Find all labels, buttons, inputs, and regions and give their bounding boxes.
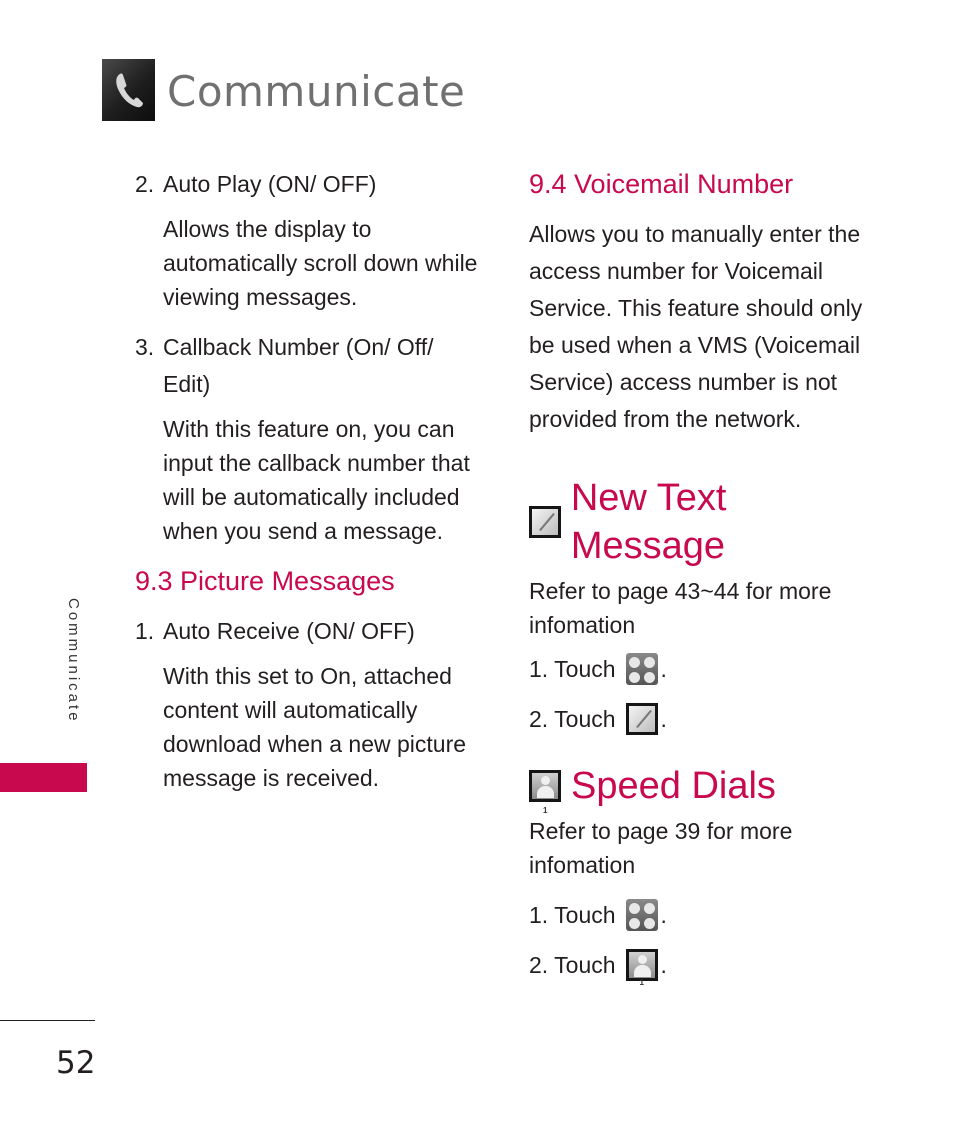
item-number: 1. <box>135 618 155 644</box>
subsection-heading-voicemail: 9.4 Voicemail Number <box>529 169 794 199</box>
setting-item-title: 3. Callback Number (On/ Off/ Edit) <box>135 329 480 403</box>
setting-item-description: With this feature on, you can input the … <box>163 416 470 544</box>
menu-grid-icon <box>625 653 658 685</box>
step-label: 2. Touch <box>529 952 616 978</box>
side-tab-marker <box>0 763 87 792</box>
step-suffix: . <box>660 656 667 682</box>
instruction-step: 2. Touch 1 . <box>529 946 889 987</box>
step-suffix: . <box>660 952 667 978</box>
step-label: 2. Touch <box>529 706 616 732</box>
setting-item-title: 1. Auto Receive (ON/ OFF) <box>135 613 480 650</box>
item-title: Auto Receive (ON/ OFF) <box>163 618 415 644</box>
right-column: 9.4 Voicemail Number Allows you to manua… <box>529 166 889 996</box>
item-number: 3. <box>135 334 155 360</box>
instruction-step: 2. Touch . <box>529 700 889 738</box>
step-label: 1. Touch <box>529 656 616 682</box>
item-title: Callback Number (On/ Off/ Edit) <box>163 334 434 397</box>
instruction-step: 1. Touch . <box>529 650 889 688</box>
step-suffix: . <box>660 902 667 928</box>
footer-divider <box>0 1020 95 1021</box>
speed-dial-contact-icon: 1 <box>625 949 658 987</box>
new-message-icon <box>625 703 658 735</box>
section-title: Speed Dials <box>571 765 776 807</box>
section-description: Refer to page 43~44 for more infomation <box>529 578 832 638</box>
subsection-heading-picture-messages: 9.3 Picture Messages <box>135 566 395 596</box>
section-heading-speed-dials: 1 Speed Dials <box>529 762 889 815</box>
page-number: 52 <box>56 1045 96 1081</box>
setting-item: 2. Auto Play (ON/ OFF) Allows the displa… <box>135 166 480 314</box>
new-message-icon <box>529 506 561 538</box>
step-label: 1. Touch <box>529 902 616 928</box>
setting-item: 3. Callback Number (On/ Off/ Edit) With … <box>135 329 480 548</box>
setting-item-description: With this set to On, attached content wi… <box>163 663 467 791</box>
setting-item: 1. Auto Receive (ON/ OFF) With this set … <box>135 613 480 795</box>
setting-item-title: 2. Auto Play (ON/ OFF) <box>135 166 480 203</box>
left-column: 2. Auto Play (ON/ OFF) Allows the displa… <box>135 166 480 810</box>
section-title: New Text Message <box>570 477 727 567</box>
phone-icon <box>102 59 155 121</box>
side-tab-label: Communicate <box>65 598 82 724</box>
item-number: 2. <box>135 171 155 197</box>
setting-item-description: Allows the display to automatically scro… <box>163 216 478 310</box>
item-title: Auto Play (ON/ OFF) <box>163 171 377 197</box>
voicemail-description: Allows you to manually enter the access … <box>529 221 863 432</box>
instruction-step: 1. Touch . <box>529 896 889 934</box>
menu-grid-icon <box>625 899 658 931</box>
section-heading-new-text-message: New Text Message <box>529 474 889 570</box>
step-suffix: . <box>660 706 667 732</box>
section-description: Refer to page 39 for more infomation <box>529 818 793 878</box>
speed-dial-contact-icon: 1 <box>529 770 561 815</box>
page-title: Communicate <box>167 67 466 116</box>
